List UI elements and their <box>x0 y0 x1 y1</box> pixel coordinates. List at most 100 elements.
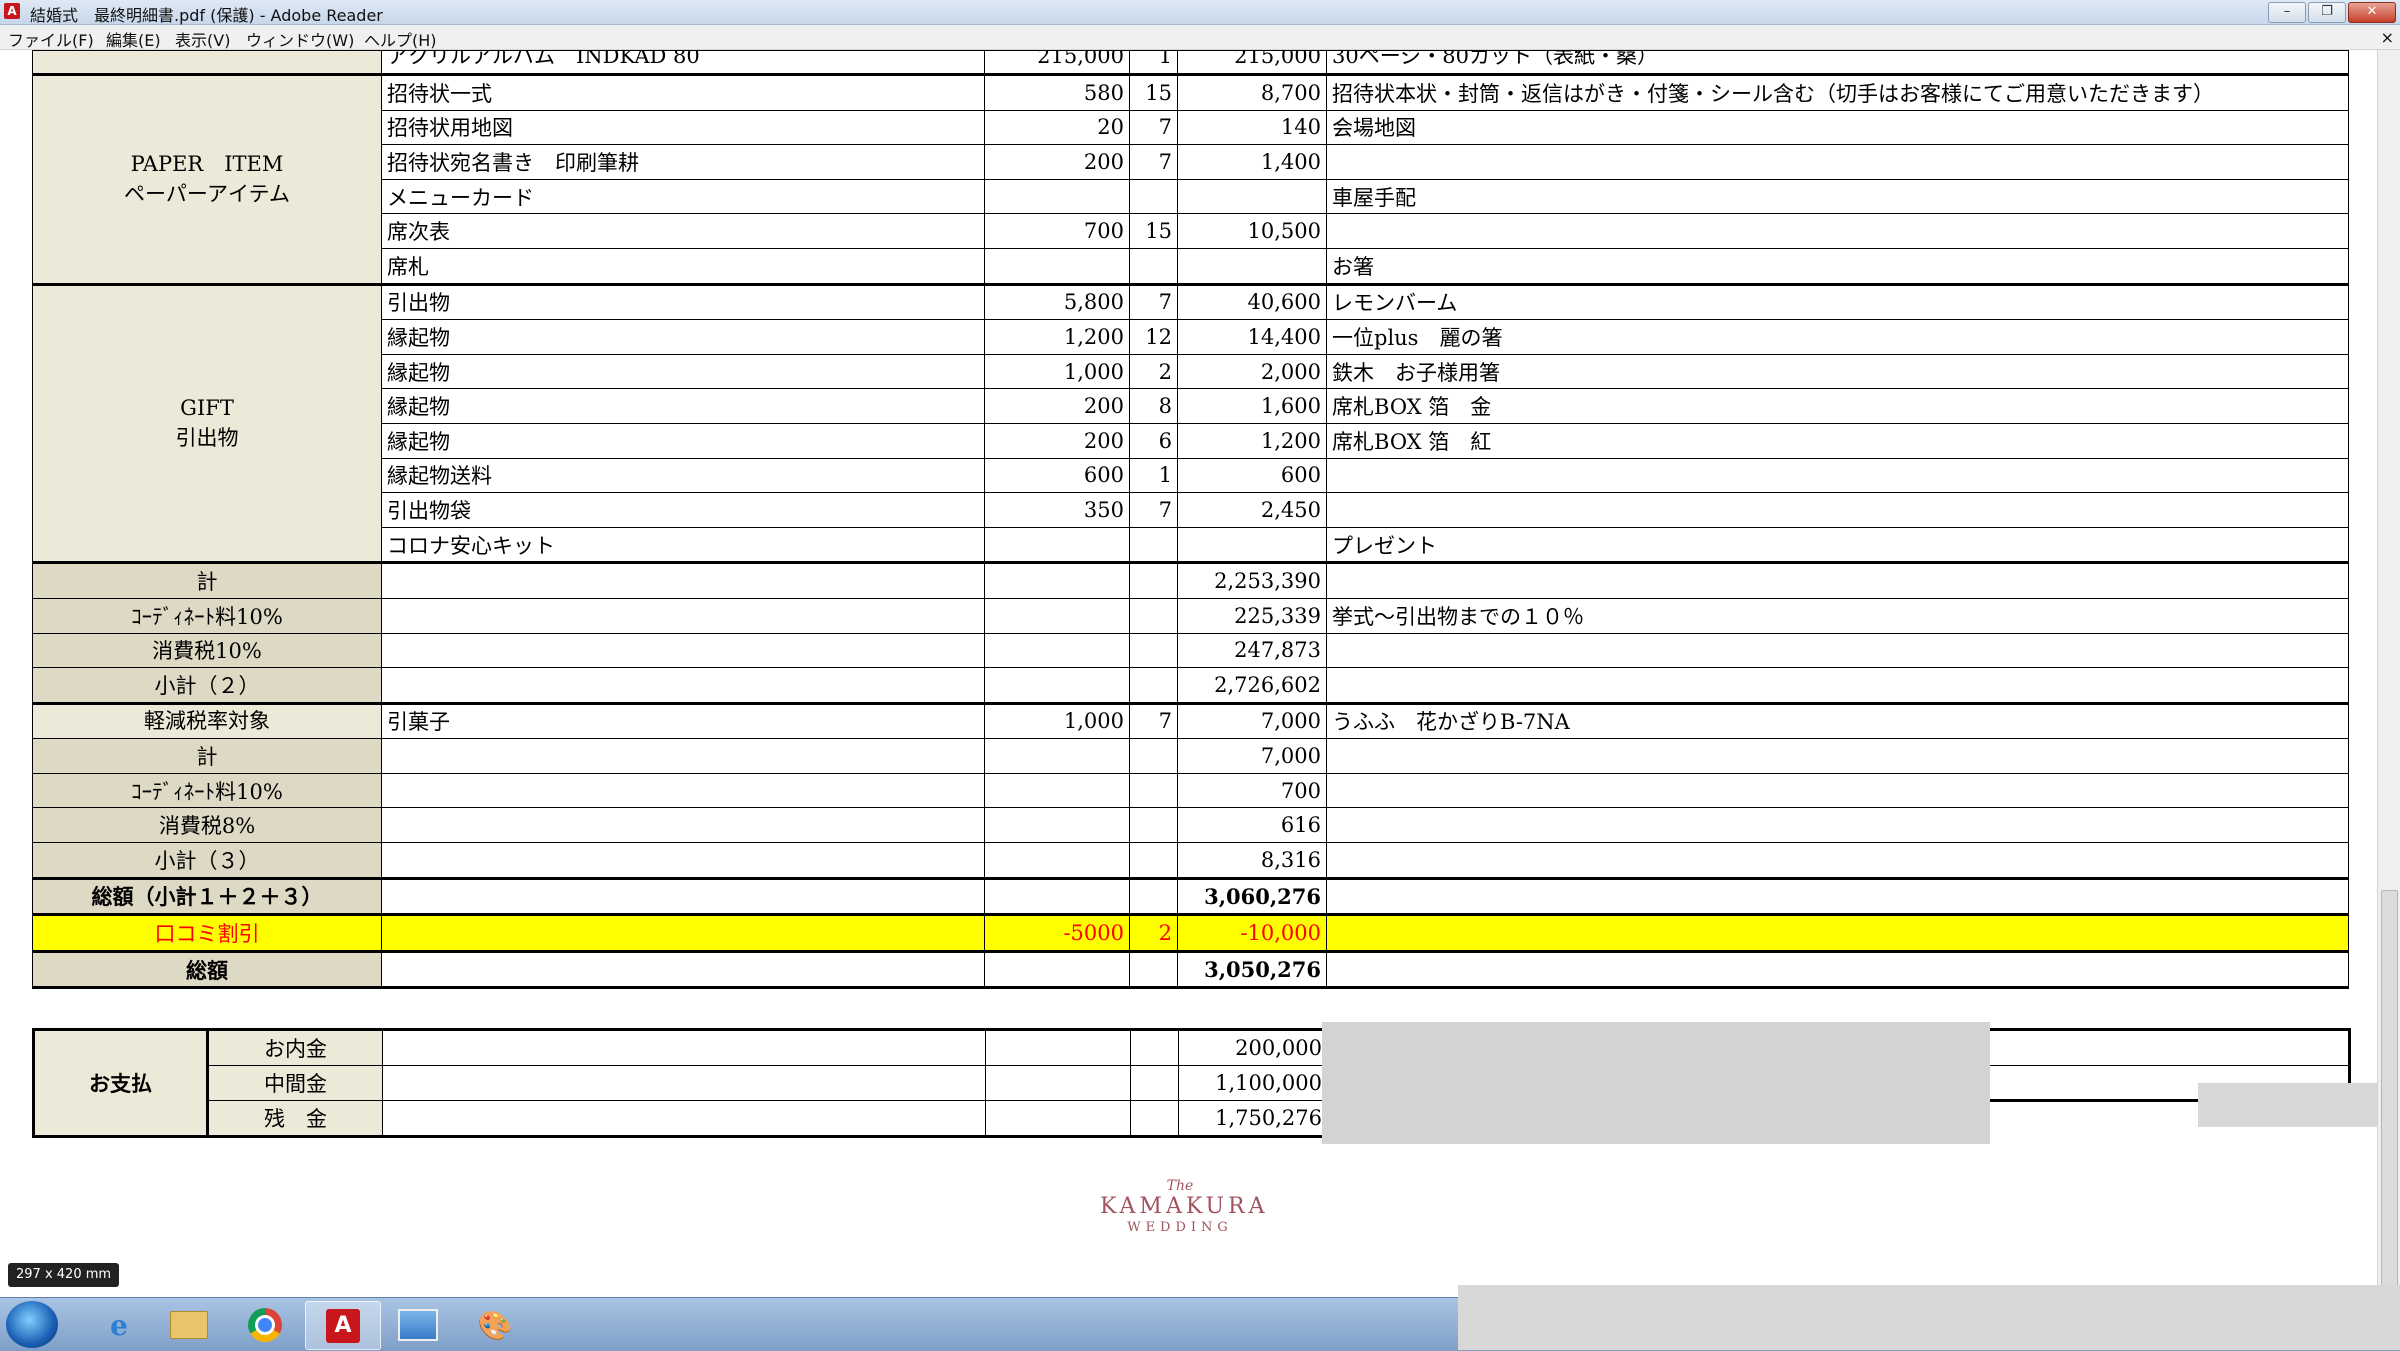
payment-amount: 1,750,276 <box>1178 1100 1328 1138</box>
menu-view[interactable]: 表示(V) <box>175 27 230 51</box>
item-cell: 招待状用地図 <box>381 109 985 146</box>
amount-cell: 10,500 <box>1177 213 1327 249</box>
table-row-partial: アクリルアルバム INDKAD 80 215,000 1 215,000 30ペ… <box>32 50 2349 76</box>
qty-cell: 2 <box>1129 353 1178 390</box>
qty-cell: 7 <box>1129 109 1178 146</box>
document-view[interactable]: アクリルアルバム INDKAD 80 215,000 1 215,000 30ペ… <box>0 50 2378 1290</box>
category-en: GIFT <box>180 396 234 421</box>
reduced-tax-8-row: 消費税8% 616 <box>32 807 2349 844</box>
discount-price: -5000 <box>984 913 1130 953</box>
paint-icon[interactable]: 🎨 <box>458 1301 532 1348</box>
amount-cell: 215,000 <box>1177 50 1327 75</box>
item-cell: 縁起物 <box>381 319 985 355</box>
qty-cell: 12 <box>1129 319 1178 355</box>
adobe-reader-icon[interactable]: A <box>305 1301 381 1350</box>
qty-cell <box>1129 526 1178 564</box>
chrome-icon[interactable] <box>228 1301 302 1348</box>
amount-cell: 7,000 <box>1177 701 1327 740</box>
internet-explorer-icon[interactable]: e <box>82 1301 156 1348</box>
item-cell: 席札 <box>381 247 985 285</box>
price-cell: 600 <box>984 457 1130 494</box>
discount-row: 口コミ割引 -5000 2 -10,000 <box>32 913 2349 953</box>
note-cell: プレゼント <box>1326 526 2349 564</box>
item-cell: 引菓子 <box>381 701 985 740</box>
qty-cell: 7 <box>1129 492 1178 528</box>
menu-window[interactable]: ウィンドウ(W) <box>246 27 354 51</box>
kamakura-wedding-logo: The KAMAKURA WEDDING <box>1100 1178 1269 1236</box>
discount-qty: 2 <box>1129 913 1178 953</box>
page-size-tooltip: 297 x 420 mm <box>8 1263 120 1287</box>
redaction-block <box>2198 1083 2378 1127</box>
net-total-amount: 3,050,276 <box>1177 950 1327 990</box>
category-ja: 引出物 <box>175 426 239 451</box>
category-gift: GIFT 引出物 <box>32 282 382 564</box>
summary-subtotal-row: 小計（２） 2,726,602 <box>32 667 2349 704</box>
price-cell <box>984 247 1130 285</box>
payment-amount: 200,000 <box>1178 1028 1328 1066</box>
maximize-button[interactable]: ❐ <box>2308 2 2346 23</box>
payment-row: 残 金 1,750,276 <box>34 1100 2350 1138</box>
note-cell: 席札BOX 箔 紅 <box>1326 422 2349 459</box>
logo-main: KAMAKURA <box>1100 1194 1269 1219</box>
amount-cell: 8,316 <box>1177 842 1327 879</box>
price-cell: 5,800 <box>984 282 1130 321</box>
note-cell <box>1326 492 2349 528</box>
price-cell: 200 <box>984 388 1130 424</box>
amount-cell: 14,400 <box>1177 319 1327 355</box>
note-cell: 一位plus 麗の箸 <box>1326 319 2349 355</box>
qty-cell: 15 <box>1129 213 1178 249</box>
menu-bar: ファイル(F) 編集(E) 表示(V) ウィンドウ(W) ヘルプ(H) × <box>0 25 2400 50</box>
net-total-label: 総額 <box>32 950 382 990</box>
amount-cell: 1,400 <box>1177 144 1327 180</box>
close-button[interactable]: ✕ <box>2348 2 2396 23</box>
windows-start-icon[interactable] <box>6 1301 58 1348</box>
menu-edit[interactable]: 編集(E) <box>106 27 161 51</box>
item-cell: コロナ安心キット <box>381 526 985 564</box>
close-document-icon[interactable]: × <box>2381 28 2394 47</box>
gross-total-label: 総額（小計１＋２＋３） <box>32 876 382 916</box>
summary-label: 小計（３） <box>32 842 382 879</box>
qty-cell: 1 <box>1129 50 1178 75</box>
summary-label: 計 <box>32 561 382 599</box>
item-cell: 招待状一式 <box>381 73 985 111</box>
summary-total-row: 計 2,253,390 <box>32 561 2349 599</box>
summary-coordinate-fee-row: ｺｰﾃﾞｨﾈｰﾄ料10% 225,339 挙式～引出物までの１０％ <box>32 597 2349 634</box>
summary-label: ｺｰﾃﾞｨﾈｰﾄ料10% <box>32 772 382 809</box>
payment-label: お支払 <box>32 1028 209 1138</box>
estimate-table: アクリルアルバム INDKAD 80 215,000 1 215,000 30ペ… <box>32 50 2349 990</box>
price-cell: 215,000 <box>984 50 1130 75</box>
file-explorer-icon[interactable] <box>152 1301 226 1348</box>
price-cell: 1,000 <box>984 701 1130 740</box>
adobe-reader-app-icon[interactable]: A <box>4 3 20 19</box>
summary-label: 小計（２） <box>32 667 382 704</box>
qty-cell: 7 <box>1129 282 1178 321</box>
payment-row-label: お内金 <box>207 1028 383 1066</box>
note-cell: うふふ 花かざりB-7NA <box>1326 701 2349 740</box>
minimize-button[interactable]: – <box>2268 2 2306 23</box>
note-cell: 鉄木 お子様用箸 <box>1326 353 2349 390</box>
scrollbar-thumb[interactable] <box>2381 890 2398 1332</box>
photo-viewer-icon[interactable] <box>381 1301 455 1348</box>
price-cell: 20 <box>984 109 1130 146</box>
amount-cell: 7,000 <box>1177 738 1327 774</box>
summary-label: 消費税10% <box>32 632 382 669</box>
amount-cell: 600 <box>1177 457 1327 494</box>
amount-cell: 140 <box>1177 109 1327 146</box>
logo-the: The <box>1166 1178 1194 1194</box>
menu-help[interactable]: ヘルプ(H) <box>364 27 437 51</box>
item-cell: 招待状宛名書き 印刷筆耕 <box>381 144 985 180</box>
amount-cell: 2,450 <box>1177 492 1327 528</box>
payment-amount: 1,100,000 <box>1178 1064 1328 1102</box>
item-cell: 縁起物 <box>381 353 985 390</box>
item-cell: メニューカード <box>381 178 985 215</box>
item-cell: アクリルアルバム INDKAD 80 <box>381 50 985 75</box>
menu-file[interactable]: ファイル(F) <box>8 27 94 51</box>
price-cell <box>984 526 1130 564</box>
qty-cell: 7 <box>1129 701 1178 740</box>
vertical-scrollbar[interactable] <box>2377 50 2400 1332</box>
payment-row: お支払 お内金 200,000 <box>32 1028 2351 1138</box>
amount-cell <box>1177 526 1327 564</box>
item-cell: 縁起物 <box>381 388 985 424</box>
note-cell: 席札BOX 箔 金 <box>1326 388 2349 424</box>
summary-label: ｺｰﾃﾞｨﾈｰﾄ料10% <box>32 597 382 634</box>
